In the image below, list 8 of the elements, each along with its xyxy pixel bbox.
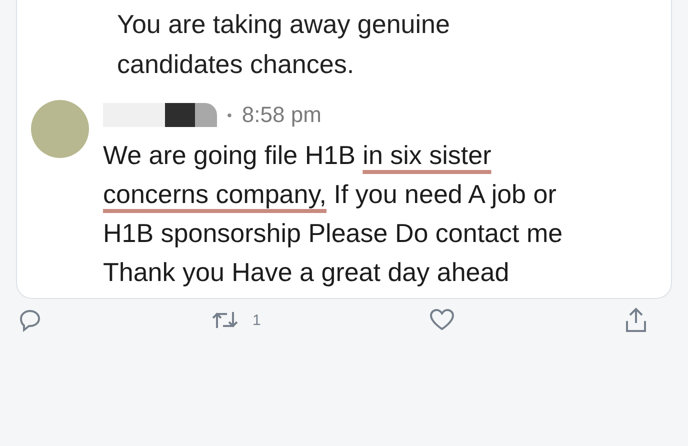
separator-dot: • [227,107,232,123]
reply-icon[interactable] [18,308,42,332]
share-icon[interactable] [624,307,648,333]
heart-icon[interactable] [429,308,456,332]
post-time: 8:58 pm [242,102,322,128]
previous-reply-text: You are taking away genuine candidates chances. [117,8,451,81]
retweet-count: 1 [252,312,261,328]
reply-text: We are going file H1B in six sister concerns company, If you need A job or H1B sponsorship Please Do contact me Thank you Have a great day ahead [103,139,564,289]
